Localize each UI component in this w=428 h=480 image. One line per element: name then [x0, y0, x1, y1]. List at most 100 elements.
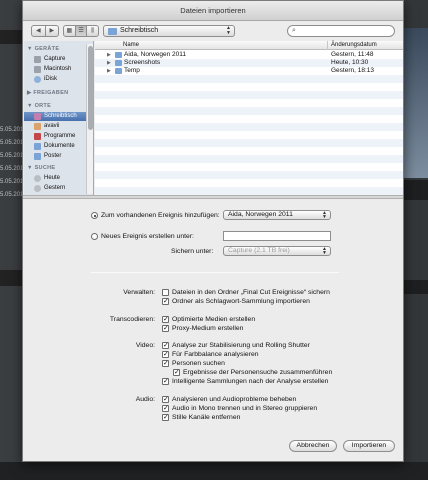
existing-event-value: Aida, Norwegen 2011: [228, 211, 293, 218]
disclosure-triangle-icon[interactable]: ▶: [107, 51, 111, 59]
checkbox-smart-collections[interactable]: Intelligente Sammlungen nach der Analyse…: [162, 377, 382, 386]
sidebar-item-capture[interactable]: Capture: [24, 55, 86, 64]
sidebar-item-dokumente[interactable]: Dokumente: [24, 142, 86, 151]
checkbox-label: Für Farbbalance analysieren: [172, 351, 259, 358]
checkbox[interactable]: [162, 297, 169, 306]
background-timeline: [0, 462, 428, 480]
save-under-value: Capture (2.1 TB frei): [228, 247, 290, 254]
sidebar-item-idisk[interactable]: iDisk: [24, 75, 86, 84]
sidebar: ▼ GERÄTE Capture Macintosh iDisk ▶ FREIG…: [24, 41, 94, 195]
checkbox[interactable]: [162, 341, 169, 350]
file-list: Name Änderungsdatum ▶ Aida, Norwegen 201…: [95, 41, 403, 195]
empty-row: [95, 99, 403, 107]
checkbox-mono-stereo[interactable]: Audio in Mono trennen und in Stereo grup…: [162, 404, 382, 413]
checkbox[interactable]: [162, 359, 169, 368]
list-view-icon[interactable]: ☰: [74, 26, 87, 36]
folder-icon: [115, 52, 122, 58]
file-name: Aida, Norwegen 2011: [124, 51, 187, 58]
desktop-icon: [34, 113, 41, 120]
applications-icon: [34, 133, 41, 140]
cancel-button[interactable]: Abbrechen: [289, 440, 337, 452]
folder-icon: [115, 60, 122, 66]
checkbox-proxy-media[interactable]: Proxy-Medium erstellen: [162, 324, 382, 333]
checkbox-label: Dateien in den Ordner „Final Cut Ereigni…: [172, 289, 330, 296]
import-button[interactable]: Importieren: [343, 440, 395, 452]
sidebar-header-search[interactable]: ▼ SUCHE: [27, 165, 55, 171]
checkbox-consolidate-people[interactable]: Ergebnisse der Personensuche zusammenfüh…: [173, 368, 383, 377]
disclosure-triangle-icon[interactable]: ▶: [107, 67, 111, 75]
scrollbar-thumb[interactable]: [88, 46, 93, 130]
search-field[interactable]: ⌕: [287, 25, 395, 37]
empty-row: [95, 123, 403, 131]
add-existing-radio[interactable]: [91, 212, 98, 219]
checkbox-label: Personen suchen: [172, 360, 225, 367]
file-list-header: Name Änderungsdatum: [95, 41, 403, 50]
section-label-video: Video:: [135, 342, 155, 349]
sidebar-item-programme[interactable]: Programme: [24, 132, 86, 141]
existing-event-popup[interactable]: Aida, Norwegen 2011 ▲ ▼: [223, 210, 331, 220]
checkbox[interactable]: [162, 324, 169, 333]
checkbox[interactable]: [162, 404, 169, 413]
column-view-icon[interactable]: ⫼: [86, 26, 98, 36]
sidebar-header-shared[interactable]: ▶ FREIGABEN: [27, 90, 68, 96]
sidebar-item-heute[interactable]: Heute: [24, 174, 86, 183]
checkbox-save-to-events-folder[interactable]: Dateien in den Ordner „Final Cut Ereigni…: [162, 288, 382, 297]
drive-icon: [34, 56, 41, 63]
popup-arrows-icon: ▲ ▼: [322, 210, 327, 220]
file-date: Gestern, 11:48: [331, 51, 374, 58]
popup-arrows-icon: ▲ ▼: [226, 25, 231, 36]
save-under-popup[interactable]: Capture (2.1 TB frei) ▲ ▼: [223, 246, 331, 256]
documents-icon: [34, 143, 41, 150]
checkbox[interactable]: [173, 368, 180, 377]
section-label-transcodieren: Transcodieren:: [109, 316, 155, 323]
folder-icon: [34, 153, 41, 160]
new-event-radio[interactable]: [91, 233, 98, 240]
sidebar-item-gestern[interactable]: Gestern: [24, 184, 86, 193]
sidebar-item-schreibtisch[interactable]: Schreibtisch: [24, 112, 86, 121]
file-row[interactable]: ▶ Aida, Norwegen 2011 Gestern, 11:48: [95, 51, 403, 59]
dialog-title: Dateien importieren: [23, 1, 403, 21]
checkbox-folders-as-keywords[interactable]: Ordner als Schlagwort-Sammlung importier…: [162, 297, 382, 306]
sidebar-header-places[interactable]: ▼ ORTE: [27, 103, 51, 109]
file-date: Heute, 10:30: [331, 59, 369, 66]
sidebar-item-poster[interactable]: Poster: [24, 152, 86, 161]
checkbox-color-balance[interactable]: Für Farbbalance analysieren: [162, 350, 382, 359]
checkbox-label: Ergebnisse der Personensuche zusammenfüh…: [183, 369, 333, 376]
checkbox-stabilization-analysis[interactable]: Analyse zur Stabilisierung und Rolling S…: [162, 341, 382, 350]
checkbox-label: Audio in Mono trennen und in Stereo grup…: [172, 405, 318, 412]
sidebar-header-devices[interactable]: ▼ GERÄTE: [27, 46, 59, 52]
sidebar-item-macintosh[interactable]: Macintosh: [24, 65, 86, 74]
forward-icon[interactable]: ▶: [44, 26, 59, 36]
checkbox[interactable]: [162, 289, 169, 296]
location-popup[interactable]: Schreibtisch ▲ ▼: [103, 25, 235, 37]
bg-date: 5.05.201: [0, 127, 24, 133]
checkbox[interactable]: [162, 395, 169, 404]
back-icon[interactable]: ◀: [32, 26, 45, 36]
bg-viewer-image: [404, 28, 428, 178]
file-name: Temp: [124, 67, 140, 74]
checkbox[interactable]: [162, 350, 169, 359]
empty-row: [95, 139, 403, 147]
column-header-date[interactable]: Änderungsdatum: [327, 41, 403, 50]
checkbox[interactable]: [162, 413, 169, 422]
checkbox[interactable]: [162, 315, 169, 324]
file-row[interactable]: ▶ Screenshots Heute, 10:30: [95, 59, 403, 67]
empty-row: [95, 83, 403, 91]
new-event-label: Neues Ereignis erstellen unter:: [101, 233, 194, 240]
file-row[interactable]: ▶ Temp Gestern, 18:13: [95, 67, 403, 75]
checkbox-optimized-media[interactable]: Optimierte Medien erstellen: [162, 315, 382, 324]
column-header-name[interactable]: Name: [123, 41, 139, 50]
disclosure-triangle-icon[interactable]: ▶: [107, 59, 111, 67]
checkbox-remove-silent[interactable]: Stille Kanäle entfernen: [162, 413, 382, 422]
sidebar-item-avavii[interactable]: avavii: [24, 122, 86, 131]
search-icon: ⌕: [292, 27, 296, 34]
checkbox-fix-audio[interactable]: Analysieren und Audioprobleme beheben: [162, 395, 382, 404]
sidebar-scrollbar[interactable]: [86, 44, 93, 194]
icon-view-icon[interactable]: ▦: [64, 26, 75, 36]
new-event-name-field[interactable]: [223, 231, 331, 241]
checkbox[interactable]: [162, 377, 169, 386]
checkbox-label: Optimierte Medien erstellen: [172, 316, 256, 323]
bg-strip: [404, 280, 428, 294]
options-separator: [91, 272, 339, 273]
checkbox-find-people[interactable]: Personen suchen: [162, 359, 382, 368]
